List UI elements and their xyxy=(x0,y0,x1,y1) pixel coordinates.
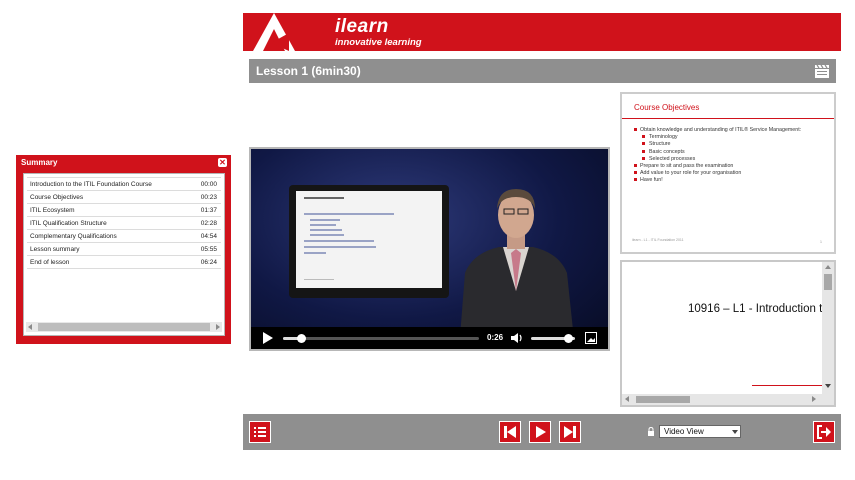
slide-bullet-list: Obtain knowledge and understanding of IT… xyxy=(634,127,830,185)
video-frame[interactable]: 0:26 xyxy=(251,149,608,349)
bottom-toolbar: Video View xyxy=(243,414,841,450)
play-icon[interactable] xyxy=(263,332,273,344)
volume-handle[interactable] xyxy=(564,334,574,343)
clapperboard-icon[interactable] xyxy=(814,63,830,79)
summary-item-time: 05:55 xyxy=(200,245,217,253)
slide-footer: ilearn - L1 - ITIL Foundation 2011 xyxy=(632,238,684,242)
slide-bullet: Prepare to sit and pass the examination xyxy=(634,163,830,170)
summary-item[interactable]: Complementary Qualifications 04:54 xyxy=(27,230,221,243)
summary-item-time: 00:00 xyxy=(200,180,217,188)
summary-item-time: 02:28 xyxy=(200,219,217,227)
skip-forward-icon xyxy=(564,426,576,438)
scroll-left-icon[interactable] xyxy=(625,396,629,402)
summary-item-title: ITIL Ecosystem xyxy=(30,206,75,214)
slide-sub-bullet: Selected processes xyxy=(634,156,830,163)
view-mode-select[interactable]: Video View xyxy=(659,425,741,438)
summary-item[interactable]: Lesson summary 05:55 xyxy=(27,243,221,256)
presenter-figure xyxy=(459,189,575,349)
video-progress-track[interactable] xyxy=(283,337,479,340)
slide-bullet: Have fun! xyxy=(634,177,830,184)
menu-list-button[interactable] xyxy=(249,421,271,443)
notes-vertical-scrollbar[interactable] xyxy=(822,262,834,394)
lock-icon xyxy=(648,427,654,436)
brand-name: ilearn xyxy=(335,16,389,37)
notes-panel: 10916 – L1 - Introduction to xyxy=(620,260,836,407)
slide-page-number: 1 xyxy=(820,240,822,244)
notes-horizontal-scrollbar[interactable] xyxy=(622,394,834,405)
notes-horizontal-thumb[interactable] xyxy=(636,396,690,403)
notes-vertical-thumb[interactable] xyxy=(824,274,832,290)
tv-monitor xyxy=(289,185,449,298)
brand-tagline: innovative learning xyxy=(335,37,422,48)
summary-item-time: 04:54 xyxy=(200,232,217,240)
summary-item-title: Complementary Qualifications xyxy=(30,232,117,240)
fullscreen-icon[interactable] xyxy=(585,332,597,344)
summary-item-title: Introduction to the ITIL Foundation Cour… xyxy=(30,180,152,188)
summary-item[interactable]: Course Objectives 00:23 xyxy=(27,191,221,204)
summary-item[interactable]: ITIL Ecosystem 01:37 xyxy=(27,204,221,217)
exit-icon xyxy=(817,425,831,439)
video-player: 0:26 xyxy=(249,147,610,351)
play-button[interactable] xyxy=(529,421,551,443)
summary-list-container: Introduction to the ITIL Foundation Cour… xyxy=(23,173,225,336)
summary-item-title: Course Objectives xyxy=(30,193,84,201)
summary-scroll-thumb[interactable] xyxy=(38,323,210,331)
summary-item-title: ITIL Qualification Structure xyxy=(30,219,107,227)
slide-divider xyxy=(622,118,834,119)
summary-list: Introduction to the ITIL Foundation Cour… xyxy=(27,177,221,269)
next-button[interactable] xyxy=(559,421,581,443)
view-mode-value: Video View xyxy=(664,427,704,436)
video-current-time: 0:26 xyxy=(487,333,504,342)
summary-item-time: 01:37 xyxy=(200,206,217,214)
summary-item[interactable]: ITIL Qualification Structure 02:28 xyxy=(27,217,221,230)
notes-text: 10916 – L1 - Introduction to xyxy=(688,303,829,315)
scroll-up-icon[interactable] xyxy=(825,265,831,269)
video-controls-bar: 0:26 xyxy=(251,327,608,349)
summary-item[interactable]: Introduction to the ITIL Foundation Cour… xyxy=(27,177,221,191)
slide-preview: Course Objectives Obtain knowledge and u… xyxy=(620,92,836,254)
skip-back-icon xyxy=(504,426,516,438)
summary-title: Summary xyxy=(21,158,58,167)
summary-item-time: 00:23 xyxy=(200,193,217,201)
lesson-title: Lesson 1 (6min30) xyxy=(256,64,361,78)
slide-content: Course Objectives Obtain knowledge and u… xyxy=(622,94,834,252)
summary-item-title: Lesson summary xyxy=(30,245,80,253)
summary-horizontal-scrollbar[interactable] xyxy=(26,322,222,332)
ilearn-logo-icon xyxy=(249,13,299,51)
notes-content: 10916 – L1 - Introduction to xyxy=(622,262,834,405)
slide-sub-bullet: Structure xyxy=(634,141,830,148)
notes-underline xyxy=(752,385,822,386)
chevron-down-icon xyxy=(732,430,738,434)
summary-item-title: End of lesson xyxy=(30,258,70,266)
video-progress-handle[interactable] xyxy=(296,334,306,343)
scroll-right-icon[interactable] xyxy=(812,396,816,402)
previous-button[interactable] xyxy=(499,421,521,443)
list-icon xyxy=(254,427,266,437)
scroll-right-icon[interactable] xyxy=(216,324,220,330)
scroll-left-icon[interactable] xyxy=(28,324,32,330)
exit-button[interactable] xyxy=(813,421,835,443)
summary-panel: Summary ✕ Introduction to the ITIL Found… xyxy=(16,155,231,344)
tv-slide-screen xyxy=(296,191,442,288)
slide-sub-bullet: Basic concepts xyxy=(634,149,830,156)
summary-item[interactable]: End of lesson 06:24 xyxy=(27,256,221,269)
volume-icon[interactable] xyxy=(510,332,524,344)
slide-bullet: Add value to your role for your organisa… xyxy=(634,170,830,177)
slide-sub-bullet: Terminology xyxy=(634,134,830,141)
close-icon[interactable]: ✕ xyxy=(218,158,227,167)
header-banner: ilearn innovative learning xyxy=(243,13,841,51)
lesson-title-bar: Lesson 1 (6min30) xyxy=(249,59,836,83)
slide-bullet: Obtain knowledge and understanding of IT… xyxy=(634,127,830,134)
slide-title: Course Objectives xyxy=(634,103,700,112)
summary-item-time: 06:24 xyxy=(200,258,217,266)
play-icon xyxy=(536,426,546,438)
scroll-down-icon[interactable] xyxy=(825,384,831,388)
